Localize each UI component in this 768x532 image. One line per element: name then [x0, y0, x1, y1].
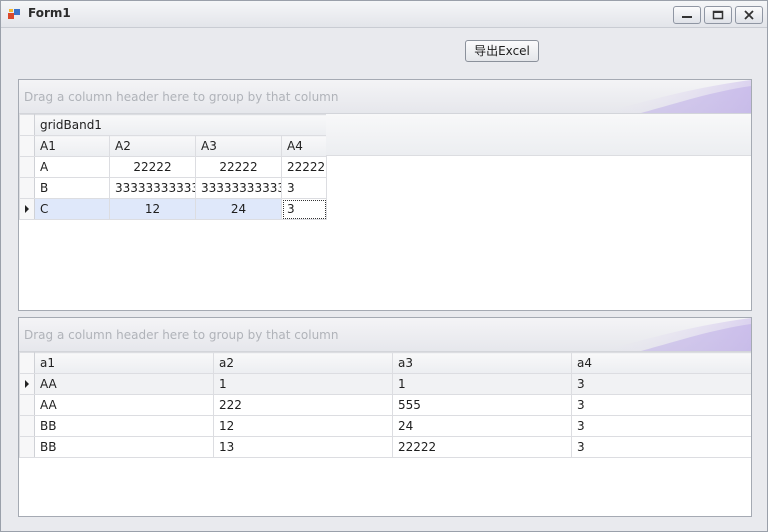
grid-cell[interactable]: 3: [571, 436, 751, 458]
flat-grid[interactable]: Drag a column header here to group by th…: [18, 317, 752, 517]
grid-cell[interactable]: AA: [34, 373, 214, 395]
grid-cell[interactable]: 3: [571, 415, 751, 437]
table-row[interactable]: A 22222 22222 22222: [19, 156, 328, 178]
band-header[interactable]: gridBand1: [33, 114, 328, 136]
grid-cell[interactable]: BB: [34, 436, 214, 458]
row-indicator[interactable]: [19, 373, 35, 395]
grid-cell[interactable]: 1: [213, 373, 393, 395]
band-indicator-cell: [19, 114, 35, 136]
group-by-hint: Drag a column header here to group by th…: [24, 328, 339, 342]
grid-cell[interactable]: 22222: [109, 156, 196, 178]
grid-cell[interactable]: 222: [213, 394, 393, 416]
column-header-a4[interactable]: A4: [280, 135, 328, 157]
row-indicator[interactable]: [19, 394, 35, 416]
grid1-table: gridBand1 A1 A2 A3 A4 A 22222 22222 2222…: [19, 114, 328, 220]
main-window: Form1 导出Excel Drag a column header here …: [0, 0, 768, 532]
grid-cell[interactable]: 3: [280, 177, 328, 199]
banded-grid[interactable]: Drag a column header here to group by th…: [18, 79, 752, 311]
grid-cell[interactable]: AA: [34, 394, 214, 416]
grid2-table: a1 a2 a3 a4 AA 1 1 3 AA 222 555 3 BB 12 …: [19, 352, 751, 458]
grid-cell[interactable]: 3: [571, 394, 751, 416]
maximize-icon: [712, 10, 724, 20]
grid-cell[interactable]: 1: [392, 373, 572, 395]
group-by-hint: Drag a column header here to group by th…: [24, 90, 339, 104]
column-header-a3[interactable]: a3: [392, 352, 572, 374]
grid-cell[interactable]: 33333333333: [109, 177, 196, 199]
grid-cell[interactable]: C: [34, 198, 110, 220]
grid-cell[interactable]: 33333333333: [195, 177, 282, 199]
grid-cell[interactable]: 12: [213, 415, 393, 437]
grid-cell[interactable]: B: [34, 177, 110, 199]
column-header-a2[interactable]: A2: [109, 135, 196, 157]
maximize-button[interactable]: [704, 6, 732, 24]
row-indicator[interactable]: [19, 156, 35, 178]
column-header-a1[interactable]: a1: [34, 352, 214, 374]
column-header-a1[interactable]: A1: [34, 135, 110, 157]
grid-cell[interactable]: 22222: [392, 436, 572, 458]
current-row-arrow-icon: [25, 205, 29, 213]
export-excel-button[interactable]: 导出Excel: [465, 40, 539, 62]
minimize-icon: [682, 16, 692, 18]
column-header-a2[interactable]: a2: [213, 352, 393, 374]
grid-cell[interactable]: 12: [109, 198, 196, 220]
grid-cell[interactable]: A: [34, 156, 110, 178]
table-row-selected[interactable]: C 12 24 3: [19, 198, 328, 220]
group-by-panel[interactable]: Drag a column header here to group by th…: [19, 80, 751, 114]
header-filler: [326, 114, 751, 156]
column-header-a3[interactable]: A3: [195, 135, 282, 157]
window-title: Form1: [28, 6, 71, 20]
row-indicator[interactable]: [19, 198, 35, 220]
grid-cell[interactable]: 24: [392, 415, 572, 437]
table-row[interactable]: B 33333333333 33333333333 3: [19, 177, 328, 199]
current-row-arrow-icon: [25, 380, 29, 388]
row-indicator[interactable]: [19, 415, 35, 437]
minimize-button[interactable]: [673, 6, 701, 24]
close-button[interactable]: [735, 6, 763, 24]
column-header-a4[interactable]: a4: [571, 352, 751, 374]
row-indicator[interactable]: [19, 436, 35, 458]
decorative-swoosh: [601, 318, 751, 351]
table-row[interactable]: BB 13 22222 3: [19, 436, 751, 458]
grid-cell[interactable]: 22222: [280, 156, 328, 178]
table-row[interactable]: AA 222 555 3: [19, 394, 751, 416]
decorative-swoosh: [601, 80, 751, 113]
header-indicator-cell: [19, 352, 35, 374]
close-icon: [744, 10, 754, 20]
table-row-selected[interactable]: AA 1 1 3: [19, 373, 751, 395]
title-bar[interactable]: Form1: [1, 1, 767, 28]
grid-cell[interactable]: 22222: [195, 156, 282, 178]
grid-cell[interactable]: BB: [34, 415, 214, 437]
grid-cell[interactable]: 3: [571, 373, 751, 395]
group-by-panel[interactable]: Drag a column header here to group by th…: [19, 318, 751, 352]
focused-grid-cell[interactable]: 3: [280, 198, 328, 220]
row-indicator[interactable]: [19, 177, 35, 199]
app-form-icon: [8, 9, 20, 19]
grid-cell[interactable]: 13: [213, 436, 393, 458]
grid-cell[interactable]: 24: [195, 198, 282, 220]
table-row[interactable]: BB 12 24 3: [19, 415, 751, 437]
header-indicator-cell: [19, 135, 35, 157]
grid-cell[interactable]: 555: [392, 394, 572, 416]
